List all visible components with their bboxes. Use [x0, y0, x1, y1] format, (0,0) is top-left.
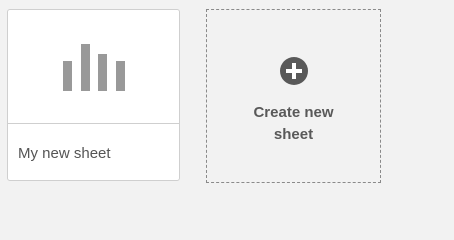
create-label-line2: sheet — [273, 126, 314, 143]
sheet-title: My new sheet — [18, 145, 111, 162]
plus-circle-icon — [280, 57, 308, 85]
bar-chart-icon-bar — [98, 54, 107, 91]
bar-chart-icon-bar — [116, 61, 125, 91]
create-new-sheet-label: Create new sheet — [207, 102, 380, 146]
bar-chart-icon-bar — [63, 61, 72, 91]
create-new-sheet-button[interactable]: Create new sheet — [206, 9, 381, 183]
sheet-gallery: My new sheet Create new sheet — [0, 0, 454, 212]
bar-chart-icon — [63, 41, 127, 91]
sheet-thumbnail — [8, 10, 179, 124]
sheet-card-my-new-sheet[interactable]: My new sheet — [7, 9, 180, 181]
create-label-line1: Create new — [253, 104, 334, 121]
bar-chart-icon-bar — [81, 44, 90, 91]
